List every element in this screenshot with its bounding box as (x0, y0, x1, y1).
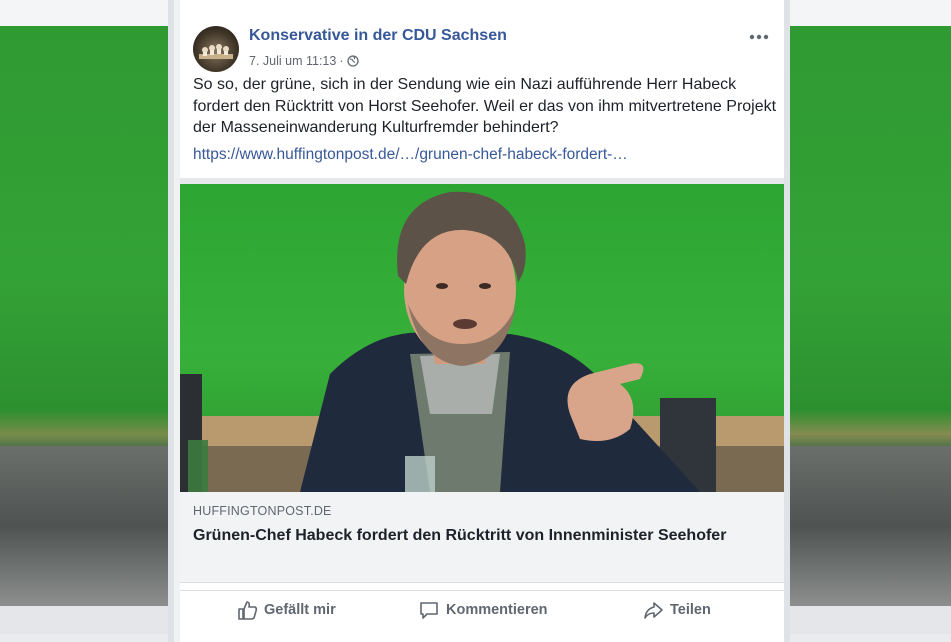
link-title[interactable]: Grünen-Chef Habeck fordert den Rücktritt… (193, 524, 773, 547)
share-label: Teilen (670, 602, 711, 618)
post-actions: Gefällt mir Kommentieren Teilen (180, 590, 784, 631)
like-label: Gefällt mir (264, 602, 336, 618)
background-left (0, 0, 168, 634)
comment-icon (418, 599, 440, 621)
like-icon (236, 599, 258, 621)
link-preview-image[interactable] (180, 184, 784, 492)
more-options-icon[interactable] (748, 30, 770, 42)
comment-button[interactable]: Kommentieren (418, 599, 548, 621)
page-name-link[interactable]: Konservative in der CDU Sachsen (249, 27, 507, 45)
post-date[interactable]: 7. Juli um 11:13 (249, 54, 336, 68)
background-right (790, 0, 951, 634)
like-button[interactable]: Gefällt mir (236, 599, 336, 621)
page-avatar[interactable] (193, 26, 239, 72)
share-button[interactable]: Teilen (642, 599, 711, 621)
meta-separator: · (339, 54, 344, 68)
post-header: Konservative in der CDU Sachsen 7. Juli … (180, 12, 784, 72)
facebook-post-card: Konservative in der CDU Sachsen 7. Juli … (168, 0, 790, 642)
post-text: So so, der grüne, sich in der Sendung wi… (193, 76, 777, 136)
link-domain: HUFFINGTONPOST.DE (193, 504, 332, 518)
comment-label: Kommentieren (446, 602, 548, 618)
globe-icon (346, 55, 359, 67)
share-icon (642, 599, 664, 621)
post-meta: 7. Juli um 11:13 · (249, 54, 359, 68)
link-preview[interactable]: HUFFINGTONPOST.DE Grünen-Chef Habeck for… (180, 492, 784, 583)
post-link[interactable]: https://www.huffingtonpost.de/…/grunen-c… (193, 146, 783, 164)
